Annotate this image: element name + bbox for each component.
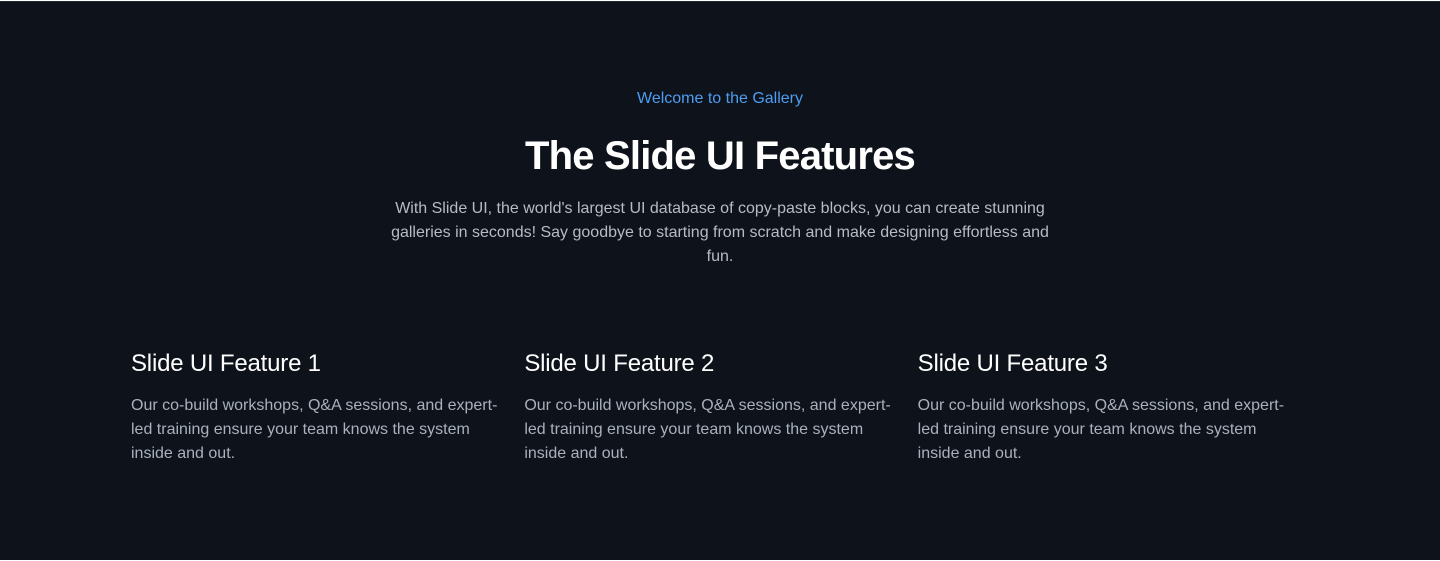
feature-description: Our co-build workshops, Q&A sessions, an… <box>524 397 891 462</box>
features-section: Welcome to the Gallery The Slide UI Feat… <box>0 1 1440 560</box>
feature-card: Slide UI Feature 1 Our co-build workshop… <box>131 348 524 466</box>
section-description: With Slide UI, the world's largest UI da… <box>391 200 1049 265</box>
feature-description: Our co-build workshops, Q&A sessions, an… <box>131 397 498 462</box>
feature-title: Slide UI Feature 2 <box>524 350 715 377</box>
feature-description: Our co-build workshops, Q&A sessions, an… <box>917 397 1285 462</box>
feature-list: Slide UI Feature 1 Our co-build workshop… <box>131 348 1311 466</box>
feature-card: Slide UI Feature 3 Our co-build workshop… <box>918 348 1311 466</box>
feature-title: Slide UI Feature 3 <box>917 350 1108 377</box>
section-title: The Slide UI Features <box>525 134 916 178</box>
feature-card: Slide UI Feature 2 Our co-build workshop… <box>524 348 917 466</box>
feature-title: Slide UI Feature 1 <box>131 350 321 377</box>
section-eyebrow: Welcome to the Gallery <box>637 90 803 107</box>
